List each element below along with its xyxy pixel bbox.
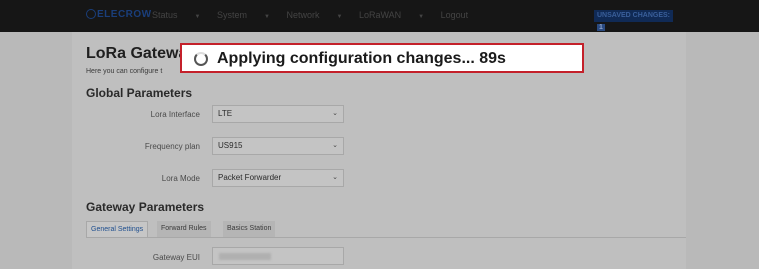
chevron-down-icon: ⌄	[332, 174, 338, 181]
gateway-tabs: General Settings Forward Rules Basics St…	[86, 221, 686, 238]
lora-mode-select[interactable]: Packet Forwarder ⌄	[212, 169, 344, 187]
caret-down-icon: ▼	[264, 14, 270, 20]
gateway-eui-label: Gateway EUI	[152, 253, 200, 262]
chevron-down-icon: ⌄	[332, 110, 338, 117]
caret-down-icon: ▼	[418, 14, 425, 20]
global-parameters-heading: Global Parameters	[86, 86, 193, 100]
gateway-eui-input[interactable]	[212, 247, 344, 265]
tab-forward-rules[interactable]: Forward Rules	[157, 221, 211, 237]
nav-network[interactable]: Network ▼	[286, 10, 342, 20]
spinner-icon	[194, 52, 208, 66]
select-value: Packet Forwarder	[218, 173, 282, 182]
logo-text: ELECROW	[97, 9, 152, 20]
caret-down-icon: ▼	[336, 14, 343, 20]
lora-interface-select[interactable]: LTE ⌄	[212, 105, 344, 123]
logo-icon	[86, 9, 96, 19]
select-value: LTE	[218, 109, 233, 118]
nav-label: LoRaWAN	[358, 10, 402, 20]
tab-basics-station[interactable]: Basics Station	[223, 221, 276, 237]
main-menu: Status ▼ System ▼ Network ▼ LoRaWAN ▼ Logout	[152, 10, 482, 20]
brand-logo[interactable]: ELECROW	[86, 9, 152, 20]
top-navbar: ELECROW Status ▼ System ▼ Network ▼ LoRaWAN…	[0, 0, 759, 32]
nav-system[interactable]: System ▼	[217, 10, 270, 20]
applying-changes-modal: Applying configuration changes... 89s	[180, 43, 584, 73]
caret-down-icon: ▼	[194, 14, 201, 20]
select-value: US915	[218, 141, 243, 150]
unsaved-count: 1	[597, 24, 605, 31]
modal-status-text: Applying configuration changes... 89s	[217, 50, 506, 67]
lora-interface-label: Lora Interface	[150, 110, 200, 119]
frequency-plan-select[interactable]: US915 ⌄	[212, 137, 344, 155]
nav-lorawan[interactable]: LoRaWAN ▼	[359, 10, 424, 20]
page-description: Here you can configure t	[86, 68, 163, 75]
nav-status[interactable]: Status ▼	[152, 10, 200, 20]
unsaved-changes-badge[interactable]: UNSAVED CHANGES: 1	[594, 10, 673, 31]
nav-logout[interactable]: Logout	[441, 10, 469, 20]
nav-label: Network	[286, 10, 320, 20]
tab-general-settings[interactable]: General Settings	[86, 221, 149, 237]
gateway-parameters-heading: Gateway Parameters	[86, 200, 205, 214]
unsaved-label: UNSAVED CHANGES:	[597, 12, 670, 19]
lora-mode-label: Lora Mode	[161, 174, 200, 183]
redacted-value	[219, 253, 271, 260]
page-title: LoRa Gatewa	[86, 45, 188, 62]
frequency-plan-label: Frequency plan	[144, 142, 200, 151]
chevron-down-icon: ⌄	[332, 142, 338, 149]
nav-label: System	[216, 10, 247, 20]
nav-label: Status	[152, 10, 178, 20]
